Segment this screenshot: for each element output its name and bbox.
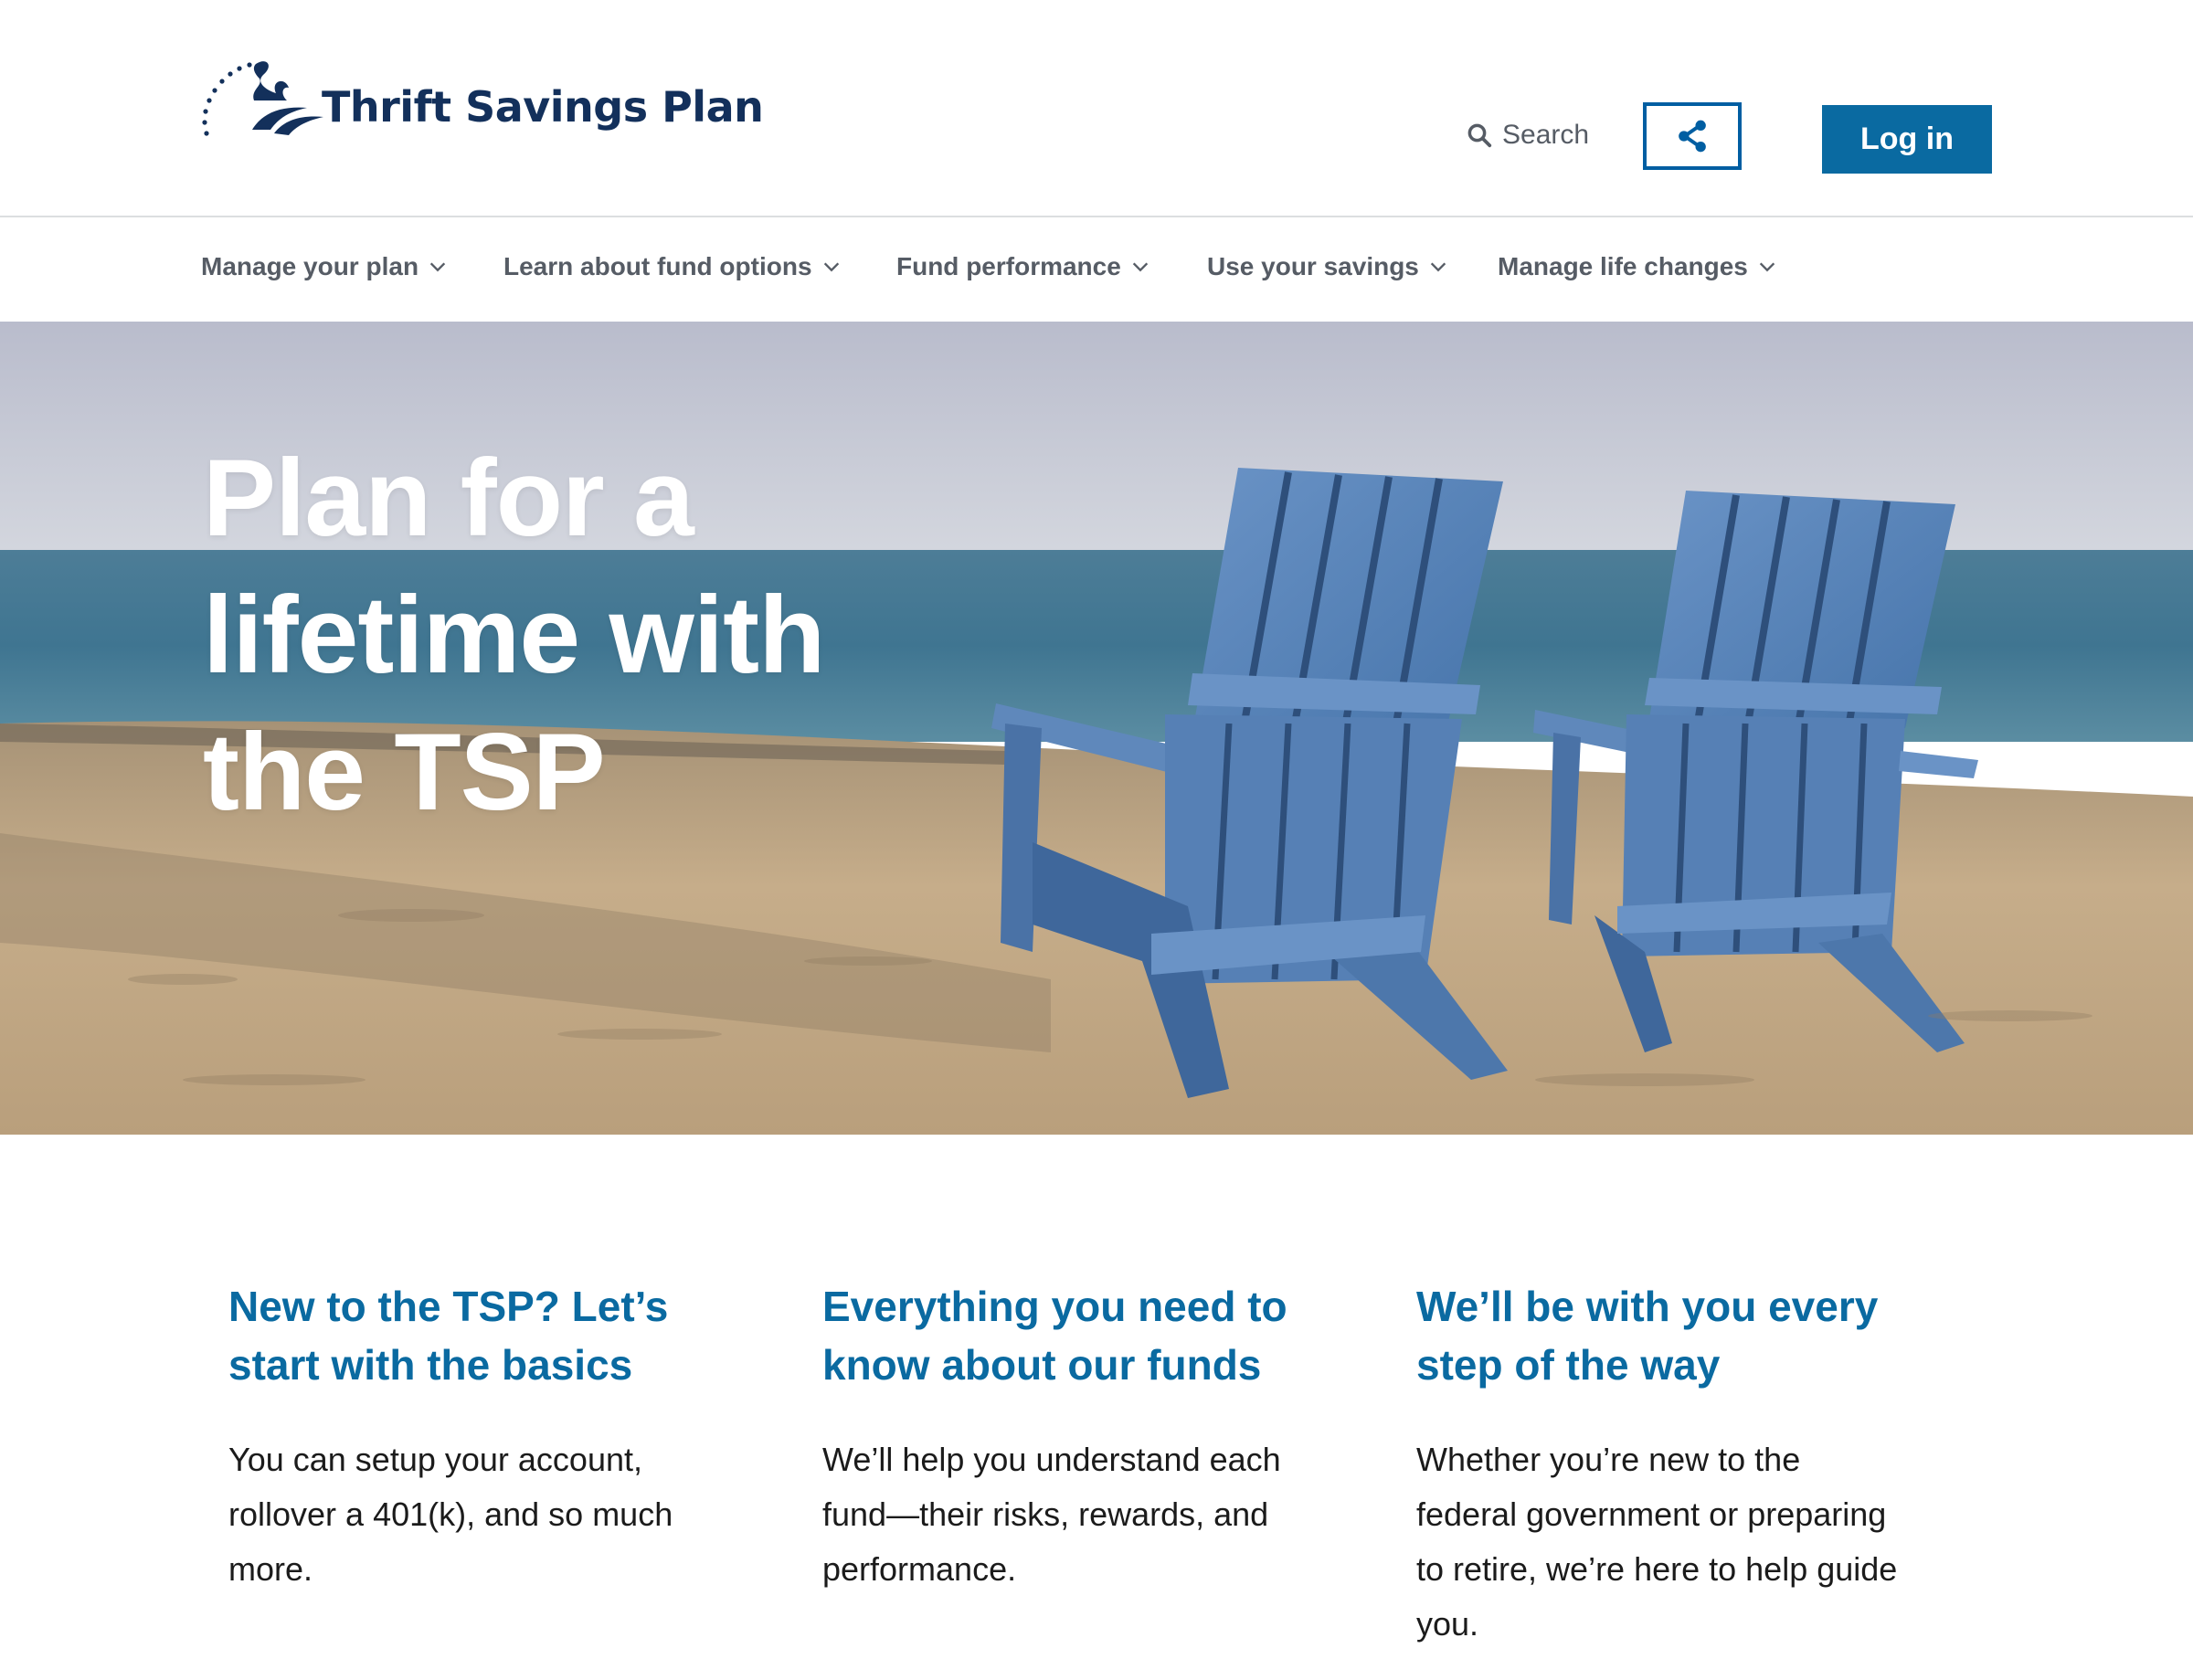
chevron-down-icon [429,262,446,272]
primary-nav: Manage your plan Learn about fund option… [0,217,2193,323]
nav-item-label: Learn about fund options [503,252,812,280]
feature-card: New to the TSP? Let’s start with the bas… [228,1277,822,1652]
chevron-down-icon [1759,262,1775,272]
feature-body: Whether you’re new to the federal govern… [1416,1441,1898,1643]
feature-body: We’ll help you understand each fund—thei… [822,1441,1281,1588]
feature-title[interactable]: We’ll be with you every step of the way [1416,1277,1928,1394]
feature-body: You can setup your account, rollover a 4… [228,1441,673,1588]
feature-title[interactable]: Everything you need to know about our fu… [822,1277,1334,1394]
feature-columns: New to the TSP? Let’s start with the bas… [228,1277,2010,1652]
search-label: Search [1502,120,1590,150]
chevron-down-icon [1430,262,1446,272]
site-header: Thrift Savings Plan Search Log in [0,0,2193,217]
login-button[interactable]: Log in [1822,105,1992,174]
feature-card: We’ll be with you every step of the way … [1416,1277,2010,1652]
search-button[interactable]: Search [1466,120,1589,151]
nav-item-fund-performance[interactable]: Fund performance [896,252,1150,281]
tsp-eagle-logo-icon [202,61,323,136]
share-button[interactable] [1643,102,1742,170]
share-icon [1679,120,1706,153]
site-logo[interactable]: Thrift Savings Plan [199,53,764,144]
logo-text: Thrift Savings Plan [322,82,764,132]
chevron-down-icon [823,262,839,272]
chevron-down-icon [1132,262,1148,272]
nav-item-manage-your-plan[interactable]: Manage your plan [201,252,448,281]
nav-item-label: Fund performance [896,252,1121,280]
hero-banner: Plan for a lifetime with the TSP [0,322,2193,1135]
nav-item-manage-life-changes[interactable]: Manage life changes [1498,252,1777,281]
nav-item-use-your-savings[interactable]: Use your savings [1207,252,1448,281]
feature-title[interactable]: New to the TSP? Let’s start with the bas… [228,1277,740,1394]
nav-item-label: Manage your plan [201,252,419,280]
nav-item-learn-about-fund-options[interactable]: Learn about fund options [503,252,842,281]
hero-title: Plan for a lifetime with the TSP [203,437,825,833]
search-icon [1467,123,1492,148]
feature-card: Everything you need to know about our fu… [822,1277,1416,1652]
nav-item-label: Manage life changes [1498,252,1748,280]
nav-item-label: Use your savings [1207,252,1419,280]
